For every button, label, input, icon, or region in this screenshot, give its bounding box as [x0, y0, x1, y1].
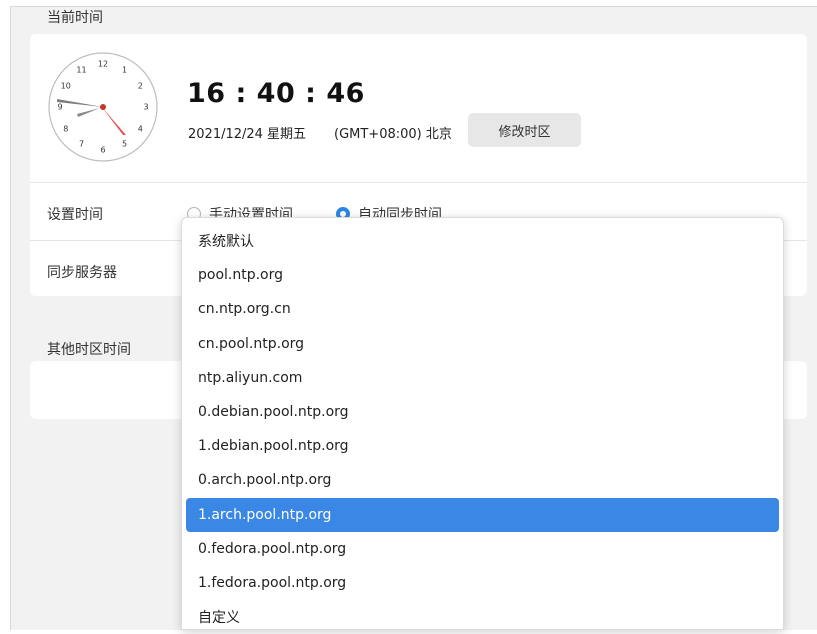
analog-clock: 12 1 2 3 4 5 6 7 8 9 10 11	[47, 51, 159, 163]
clock-number: 1	[121, 65, 128, 75]
dropdown-option[interactable]: 1.fedora.pool.ntp.org	[186, 566, 779, 600]
clock-number: 9	[57, 102, 63, 112]
clock-number: 2	[137, 81, 143, 90]
dropdown-option[interactable]: 0.fedora.pool.ntp.org	[186, 532, 779, 566]
sync-server-dropdown[interactable]: 系统默认 pool.ntp.org cn.ntp.org.cn cn.pool.ntp…	[181, 217, 784, 630]
clock-number: 3	[143, 102, 149, 112]
dropdown-option[interactable]: ntp.aliyun.com	[186, 361, 779, 395]
divider	[30, 182, 807, 183]
dropdown-option[interactable]: pool.ntp.org	[186, 258, 779, 292]
change-timezone-button[interactable]: 修改时区	[468, 113, 581, 147]
dropdown-option[interactable]: cn.ntp.org.cn	[186, 292, 779, 326]
sync-server-label: 同步服务器	[47, 265, 117, 281]
clock-number: 7	[78, 139, 85, 149]
dropdown-option-selected[interactable]: 1.arch.pool.ntp.org	[186, 497, 779, 532]
clock-number: 6	[100, 145, 106, 155]
clock-number: 12	[97, 59, 109, 69]
current-time-title: 当前时间	[47, 10, 103, 26]
dropdown-option[interactable]: 1.debian.pool.ntp.org	[186, 429, 779, 463]
dropdown-option[interactable]: 0.debian.pool.ntp.org	[186, 395, 779, 429]
current-date: 2021/12/24 星期五	[188, 127, 307, 142]
current-time-display: 16 : 40 : 46	[187, 78, 365, 109]
clock-number: 11	[76, 65, 87, 75]
clock-number: 10	[60, 81, 71, 90]
clock-number: 5	[121, 139, 128, 149]
dropdown-option[interactable]: cn.pool.ntp.org	[186, 327, 779, 361]
current-timezone: (GMT+08:00) 北京	[334, 127, 452, 142]
other-timezones-title: 其他时区时间	[47, 342, 131, 358]
clock-number: 4	[137, 124, 143, 133]
dropdown-option[interactable]: 0.arch.pool.ntp.org	[186, 463, 779, 497]
dropdown-option[interactable]: 系统默认	[186, 224, 779, 258]
clock-number: 8	[63, 124, 69, 133]
set-time-label: 设置时间	[47, 207, 103, 223]
dropdown-option[interactable]: 自定义	[186, 600, 779, 634]
